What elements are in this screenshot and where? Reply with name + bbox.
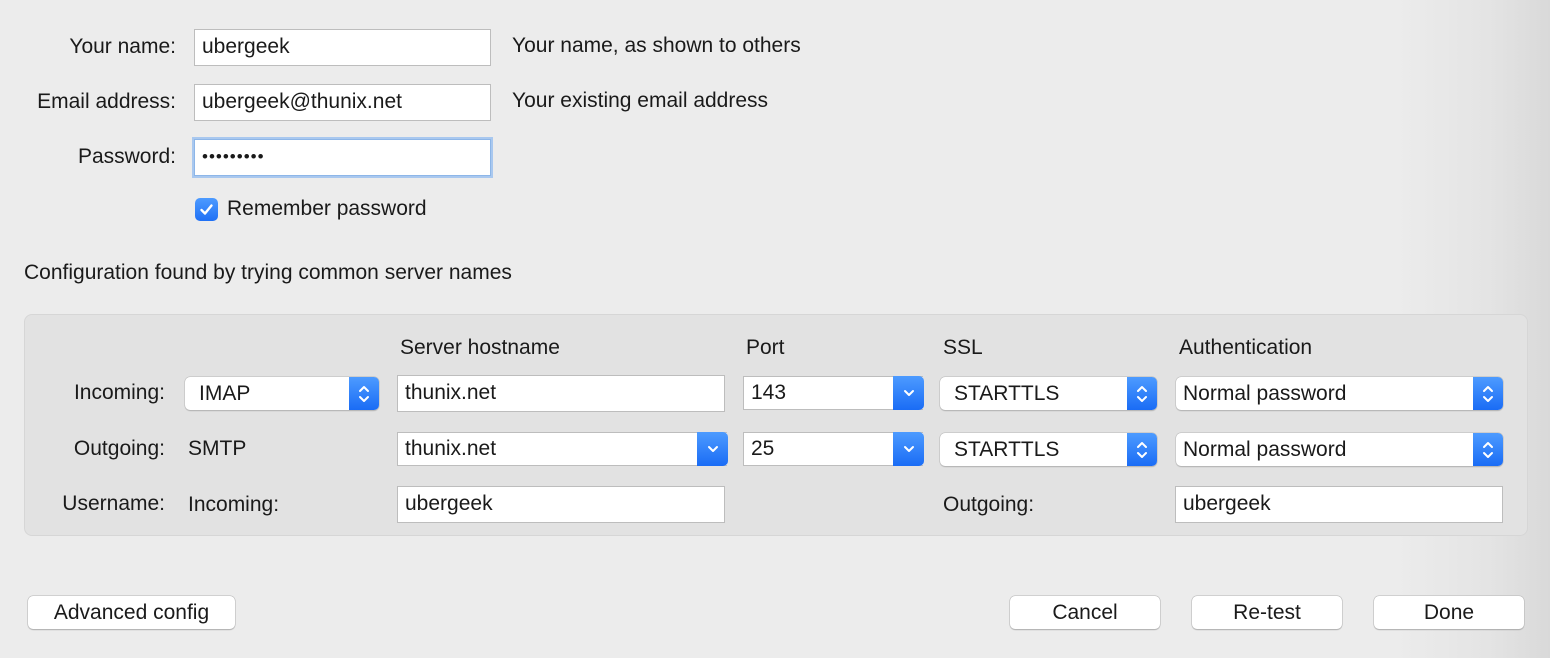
outgoing-auth-select[interactable]: Normal password (1176, 433, 1503, 466)
header-server-hostname: Server hostname (400, 336, 560, 359)
username-outgoing-input[interactable]: ubergeek (1175, 486, 1503, 523)
incoming-protocol-select[interactable]: IMAP (185, 377, 379, 410)
chevron-down-icon[interactable] (893, 376, 924, 410)
updown-chevron-icon (1127, 377, 1157, 410)
incoming-auth-select[interactable]: Normal password (1176, 377, 1503, 410)
email-input[interactable]: ubergeek@thunix.net (194, 84, 491, 121)
outgoing-protocol: SMTP (188, 437, 247, 460)
outgoing-ssl-value: STARTTLS (954, 438, 1060, 461)
updown-chevron-icon (349, 377, 379, 410)
advanced-config-button[interactable]: Advanced config (28, 596, 235, 629)
outgoing-port-combo[interactable]: 25 (743, 432, 924, 466)
chevron-down-icon[interactable] (697, 432, 728, 466)
updown-chevron-icon (1127, 433, 1157, 466)
incoming-label: Incoming: (73, 381, 165, 404)
incoming-protocol-value: IMAP (199, 382, 251, 405)
incoming-port-value: 143 (751, 381, 787, 404)
updown-chevron-icon (1473, 377, 1503, 410)
incoming-ssl-select[interactable]: STARTTLS (940, 377, 1157, 410)
status-message: Configuration found by trying common ser… (24, 261, 512, 284)
your-name-hint: Your name, as shown to others (512, 34, 801, 57)
email-label: Email address: (37, 90, 176, 113)
chevron-down-icon[interactable] (893, 432, 924, 466)
username-incoming-label: Incoming: (188, 493, 280, 516)
outgoing-label: Outgoing: (73, 437, 165, 460)
remember-password-checkbox[interactable] (195, 198, 218, 221)
incoming-hostname-input[interactable]: thunix.net (397, 375, 725, 412)
outgoing-ssl-select[interactable]: STARTTLS (940, 433, 1157, 466)
header-port: Port (746, 336, 785, 359)
password-label: Password: (77, 145, 176, 168)
header-authentication: Authentication (1179, 336, 1313, 359)
cancel-button[interactable]: Cancel (1010, 596, 1160, 629)
outgoing-hostname-combo[interactable]: thunix.net (397, 432, 728, 466)
incoming-ssl-value: STARTTLS (954, 382, 1060, 405)
password-input[interactable]: ••••••••• (194, 139, 491, 176)
outgoing-hostname-value: thunix.net (405, 437, 497, 460)
email-hint: Your existing email address (512, 89, 769, 112)
outgoing-port-value: 25 (751, 437, 775, 460)
updown-chevron-icon (1473, 433, 1503, 466)
remember-password-label[interactable]: Remember password (227, 197, 427, 221)
header-ssl: SSL (943, 336, 983, 359)
incoming-port-combo[interactable]: 143 (743, 376, 924, 410)
username-label: Username: (62, 492, 165, 515)
your-name-label: Your name: (69, 35, 176, 58)
your-name-input[interactable]: ubergeek (194, 29, 491, 66)
incoming-auth-value: Normal password (1183, 382, 1347, 405)
username-incoming-input[interactable]: ubergeek (397, 486, 725, 523)
username-outgoing-label: Outgoing: (943, 493, 1035, 516)
done-button[interactable]: Done (1374, 596, 1524, 629)
retest-button[interactable]: Re-test (1192, 596, 1342, 629)
checkmark-icon (200, 204, 213, 215)
outgoing-auth-value: Normal password (1183, 438, 1347, 461)
